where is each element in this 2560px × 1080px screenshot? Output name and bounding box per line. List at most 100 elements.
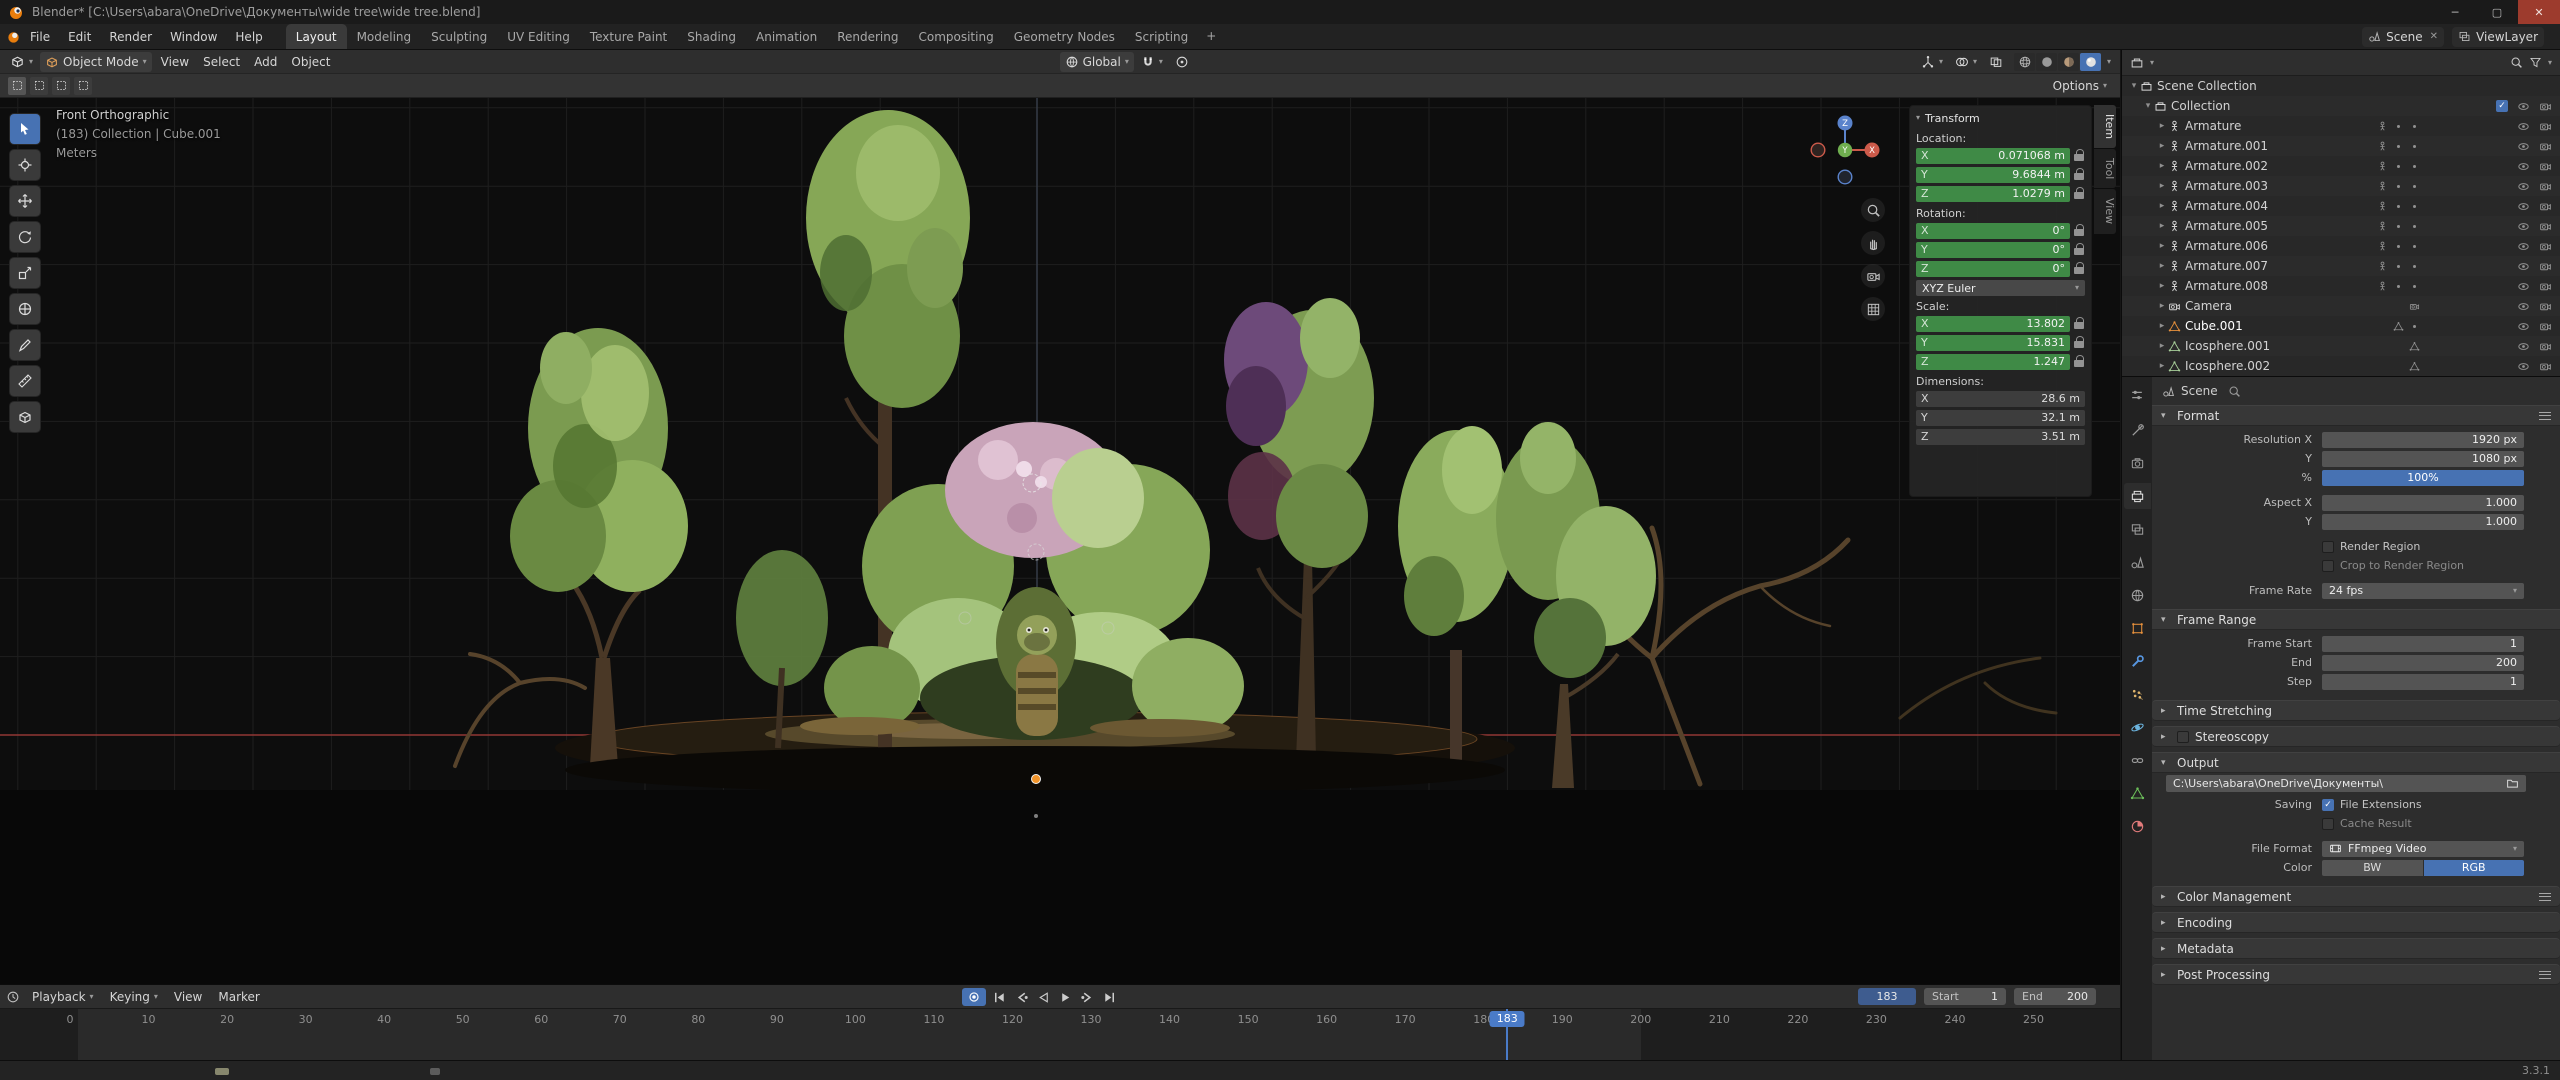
play-reverse-button[interactable]	[1033, 988, 1053, 1006]
search-icon[interactable]	[2510, 56, 2523, 69]
proportional-edit-toggle[interactable]	[1170, 52, 1194, 72]
outliner-row-armature-008[interactable]: ▸ Armature.008	[2122, 276, 2560, 296]
timeline-menu-view[interactable]: View	[166, 990, 210, 1004]
section-frame-range-header[interactable]: ▾ Frame Range	[2152, 609, 2560, 630]
outliner-row-armature[interactable]: ▸ Armature	[2122, 116, 2560, 136]
shading-popover-icon[interactable]: ▾	[2103, 57, 2115, 66]
hide-viewport-toggle[interactable]	[2517, 140, 2530, 153]
disable-render-toggle[interactable]	[2539, 180, 2552, 193]
viewlayer-selector[interactable]: ViewLayer	[2452, 26, 2544, 47]
dimensions-y-field[interactable]: Y 32.1 m	[1916, 409, 2085, 426]
workspace-tab-shading[interactable]: Shading	[677, 24, 746, 49]
disable-render-toggle[interactable]	[2539, 220, 2552, 233]
prop-field-y[interactable]: 1080 px	[2322, 450, 2524, 467]
outliner-row-armature-005[interactable]: ▸ Armature.005	[2122, 216, 2560, 236]
workspace-tab-rendering[interactable]: Rendering	[827, 24, 908, 49]
tool-cursor-button[interactable]	[10, 150, 40, 180]
frame-start-field[interactable]: Start 1	[1924, 988, 2006, 1005]
properties-tab-tool[interactable]	[2124, 417, 2151, 443]
lock-icon[interactable]	[2074, 149, 2085, 162]
collapse-arrow-icon[interactable]: ▾	[1916, 114, 1920, 122]
workspace-tab-animation[interactable]: Animation	[746, 24, 827, 49]
lock-icon[interactable]	[2074, 336, 2085, 349]
viewport-menu-object[interactable]: Object	[284, 50, 337, 74]
camera-view-icon[interactable]	[1861, 264, 1885, 288]
outliner-editor-icon[interactable]	[2130, 56, 2144, 70]
dimensions-z-field[interactable]: Z 3.51 m	[1916, 428, 2085, 445]
prop-field-end[interactable]: 200	[2322, 654, 2524, 671]
outliner-row-armature-007[interactable]: ▸ Armature.007	[2122, 256, 2560, 276]
disable-render-toggle[interactable]	[2539, 240, 2552, 253]
scene-selector[interactable]: Scene ✕	[2362, 26, 2445, 47]
npanel-tab-view[interactable]: View	[2094, 189, 2116, 234]
hide-viewport-toggle[interactable]	[2517, 180, 2530, 193]
hide-viewport-toggle[interactable]	[2517, 360, 2530, 373]
lock-icon[interactable]	[2074, 262, 2085, 275]
npanel-tab-item[interactable]: Item	[2094, 105, 2116, 149]
viewport-scene[interactable]	[0, 98, 2120, 984]
close-button[interactable]: ✕	[2518, 0, 2560, 24]
lock-icon[interactable]	[2074, 355, 2085, 368]
pan-hand-icon[interactable]	[1861, 231, 1885, 255]
gizmos-toggle[interactable]: ▾	[1916, 52, 1948, 72]
prop-dropdown-frame-rate[interactable]: 24 fps ▾	[2322, 582, 2524, 599]
color-bw-button[interactable]: BW	[2322, 859, 2423, 876]
filter-icon[interactable]	[2529, 56, 2542, 69]
hide-viewport-toggle[interactable]	[2517, 160, 2530, 173]
overlays-toggle[interactable]: ▾	[1950, 52, 1982, 72]
cache-result-checkbox[interactable]	[2322, 817, 2334, 830]
disable-render-toggle[interactable]	[2539, 120, 2552, 133]
tool-measure-button[interactable]	[10, 366, 40, 396]
lock-icon[interactable]	[2074, 224, 2085, 237]
play-button[interactable]	[1055, 988, 1075, 1006]
prop-field-aspect-x[interactable]: 1.000	[2322, 494, 2524, 511]
timeline-menu-playback[interactable]: Playback ▾	[24, 990, 102, 1004]
prop-slider-item[interactable]: 100%	[2322, 469, 2524, 486]
unlink-scene-icon[interactable]: ✕	[2428, 31, 2438, 42]
zoom-icon[interactable]	[1861, 198, 1885, 222]
section-checkbox[interactable]	[2177, 730, 2189, 743]
search-icon[interactable]	[2228, 385, 2241, 398]
disable-render-toggle[interactable]	[2539, 300, 2552, 313]
properties-tab-constraints[interactable]	[2124, 747, 2151, 773]
expand-arrow-icon[interactable]: ▸	[2156, 281, 2168, 291]
location-y-field[interactable]: Y 9.6844 m	[1916, 166, 2070, 183]
prev-keyframe-button[interactable]	[1011, 988, 1031, 1006]
expand-arrow-icon[interactable]: ▸	[2156, 181, 2168, 191]
jump-end-button[interactable]	[1099, 988, 1119, 1006]
properties-tab-particles[interactable]	[2124, 681, 2151, 707]
rotation-y-field[interactable]: Y 0°	[1916, 241, 2070, 258]
expand-arrow-icon[interactable]: ▸	[2156, 241, 2168, 251]
properties-tab-render[interactable]	[2124, 450, 2151, 476]
section-metadata[interactable]: ▸ Metadata	[2152, 938, 2560, 959]
properties-tab-world[interactable]	[2124, 582, 2151, 608]
expand-arrow-icon[interactable]: ▾	[2128, 81, 2140, 91]
snap-toggle[interactable]: ▾	[1136, 52, 1168, 72]
viewport-menu-add[interactable]: Add	[247, 50, 284, 74]
scale-x-field[interactable]: X 13.802	[1916, 315, 2070, 332]
tool-annotate-button[interactable]	[10, 330, 40, 360]
disable-render-toggle[interactable]	[2539, 260, 2552, 273]
file-format-dropdown[interactable]: FFmpeg Video ▾	[2322, 840, 2524, 857]
expand-arrow-icon[interactable]: ▸	[2156, 341, 2168, 351]
outliner-row-armature-002[interactable]: ▸ Armature.002	[2122, 156, 2560, 176]
output-path-field[interactable]: C:\Users\abara\OneDrive\Документы\	[2166, 775, 2526, 792]
presets-menu-icon[interactable]	[2539, 892, 2551, 901]
disable-render-toggle[interactable]	[2539, 320, 2552, 333]
timeline-menu-keying[interactable]: Keying ▾	[102, 990, 166, 1004]
section-format-header[interactable]: ▾ Format	[2152, 405, 2560, 426]
expand-arrow-icon[interactable]: ▸	[2156, 321, 2168, 331]
workspace-tab-sculpting[interactable]: Sculpting	[421, 24, 497, 49]
workspace-tab-texture-paint[interactable]: Texture Paint	[580, 24, 677, 49]
rotation-z-field[interactable]: Z 0°	[1916, 260, 2070, 277]
frame-end-field[interactable]: End 200	[2014, 988, 2096, 1005]
timeline-editor-icon[interactable]	[6, 990, 20, 1004]
lock-icon[interactable]	[2074, 317, 2085, 330]
outliner-row-icosphere-002[interactable]: ▸ Icosphere.002	[2122, 356, 2560, 376]
current-frame-field[interactable]: 183	[1858, 988, 1916, 1005]
menu-help[interactable]: Help	[226, 24, 271, 50]
playhead-badge[interactable]: 183	[1489, 1011, 1525, 1027]
rotation-x-field[interactable]: X 0°	[1916, 222, 2070, 239]
select-mode-intersect-button[interactable]	[74, 76, 92, 95]
mode-dropdown[interactable]: Object Mode ▾	[40, 51, 152, 72]
